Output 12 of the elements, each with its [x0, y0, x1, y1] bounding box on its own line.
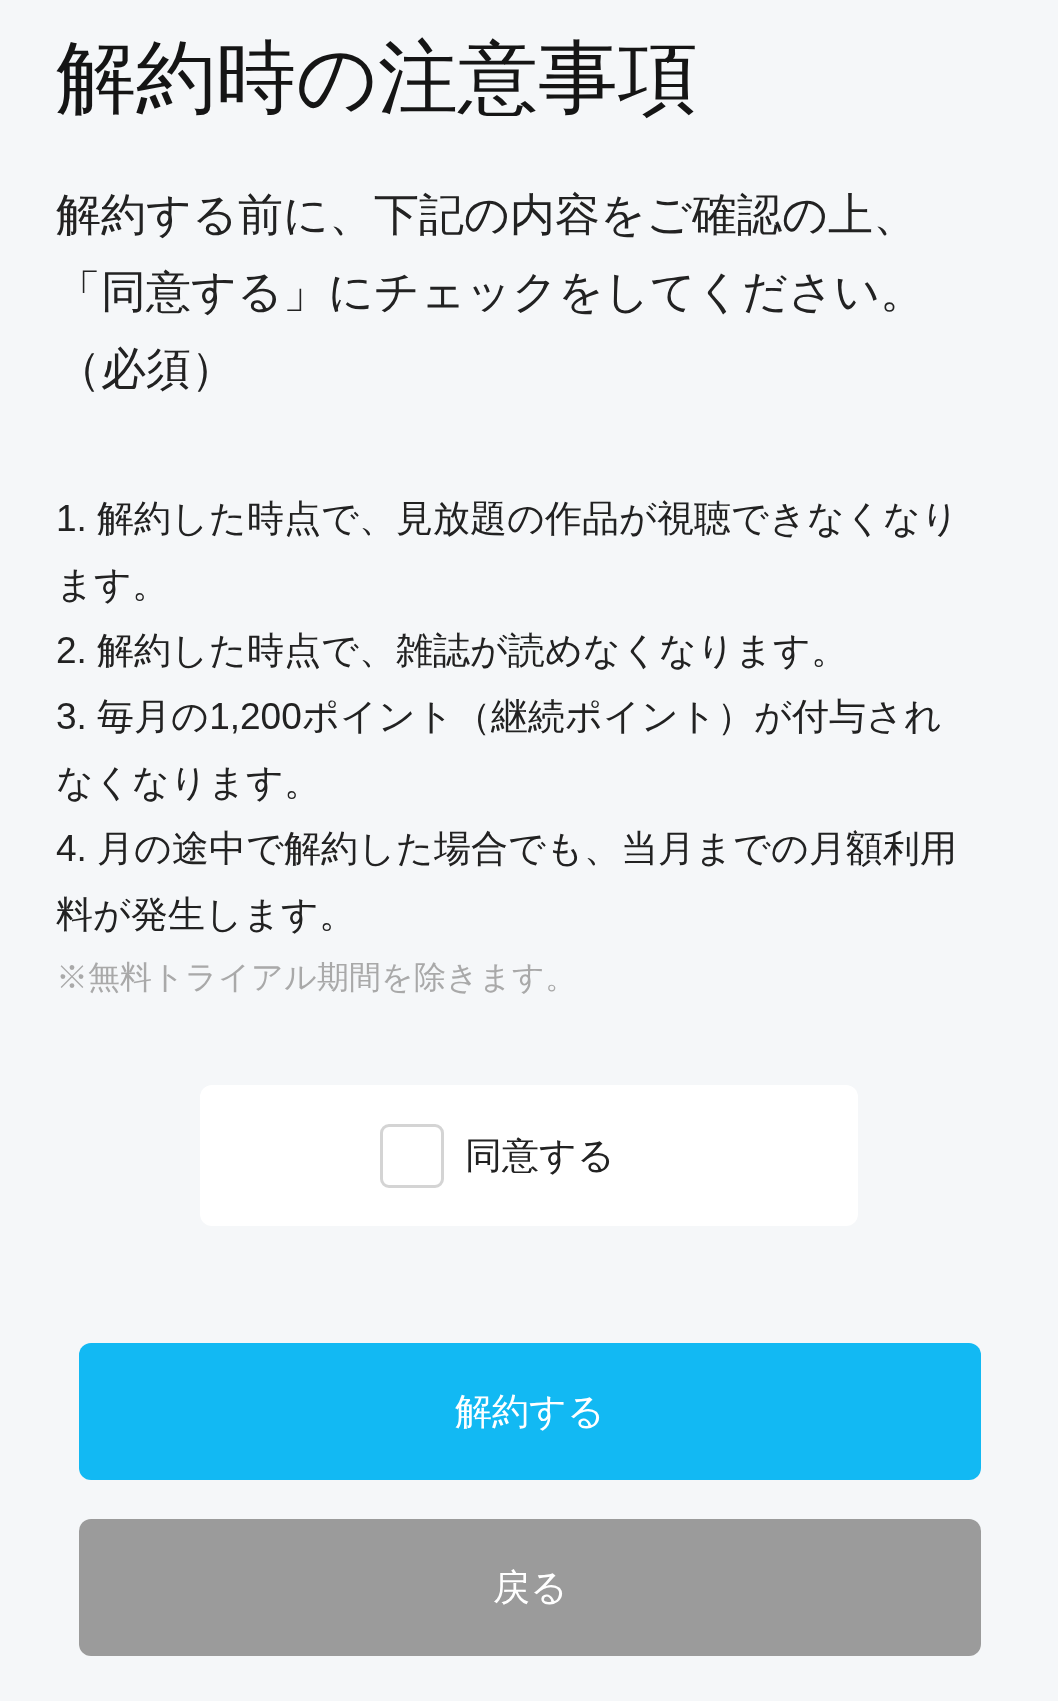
agree-checkbox[interactable]: [380, 1123, 444, 1188]
agree-label: 同意する: [465, 1133, 615, 1178]
notice-item: 4. 月の途中で解約した場合でも、当月までの月額利用 料が発生します。: [56, 827, 958, 937]
notice-item: 2. 解約した時点で、雑誌が読めなくなります。: [56, 629, 849, 673]
agreement-card[interactable]: 同意する: [200, 1085, 858, 1226]
notice-item: 1. 解約した時点で、見放題の作品が視聴できなくなり ます。: [56, 497, 960, 607]
page-title: 解約時の注意事項: [56, 32, 698, 124]
cancel-subscription-button[interactable]: 解約する: [79, 1343, 981, 1480]
notice-item: 3. 毎月の1,200ポイント（継続ポイント）が付与され なくなります。: [56, 695, 942, 805]
back-button[interactable]: 戻る: [79, 1519, 981, 1656]
instruction-text: 解約する前に、下記の内容をご確認の上、 「同意する」にチェックをしてください。 （必須）: [56, 188, 925, 396]
footnote-text: ※無料トライアル期間を除きます。: [56, 958, 577, 997]
